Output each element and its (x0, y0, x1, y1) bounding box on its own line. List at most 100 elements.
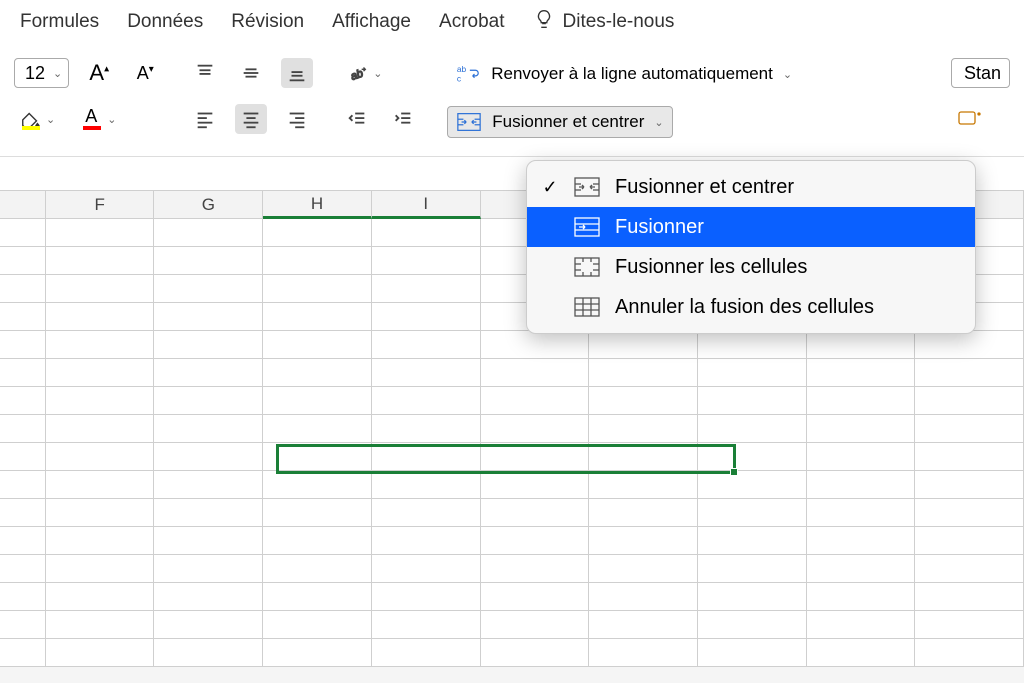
align-left-button[interactable] (189, 104, 221, 134)
cell[interactable] (154, 443, 263, 471)
cell[interactable] (263, 387, 372, 415)
cell[interactable] (589, 387, 698, 415)
orientation-button[interactable]: ab ⌄ (341, 58, 388, 88)
cell[interactable] (0, 331, 46, 359)
menu-affichage[interactable]: Affichage (332, 11, 411, 33)
cell[interactable] (372, 275, 481, 303)
col-header-g[interactable]: G (154, 191, 263, 219)
cell[interactable] (263, 275, 372, 303)
cell[interactable] (46, 583, 155, 611)
cell[interactable] (154, 583, 263, 611)
increase-font-button[interactable]: A▴ (83, 58, 115, 88)
decrease-font-button[interactable]: A▾ (129, 58, 161, 88)
cell[interactable] (0, 443, 46, 471)
cell[interactable] (46, 359, 155, 387)
cell[interactable] (46, 387, 155, 415)
cell[interactable] (263, 331, 372, 359)
cell[interactable] (915, 611, 1024, 639)
cell[interactable] (263, 303, 372, 331)
cell[interactable] (263, 247, 372, 275)
cell[interactable] (589, 415, 698, 443)
cell[interactable] (915, 471, 1024, 499)
cell[interactable] (915, 415, 1024, 443)
cell[interactable] (263, 583, 372, 611)
cell[interactable] (807, 583, 916, 611)
cell[interactable] (589, 359, 698, 387)
cell[interactable] (263, 443, 372, 471)
cell[interactable] (372, 443, 481, 471)
cell[interactable] (698, 415, 807, 443)
cell[interactable] (263, 415, 372, 443)
cell[interactable] (154, 639, 263, 667)
cell[interactable] (807, 499, 916, 527)
align-top-button[interactable] (189, 58, 221, 88)
cell[interactable] (698, 611, 807, 639)
cell[interactable] (698, 555, 807, 583)
dropdown-item-merge-cells[interactable]: Fusionner les cellules (527, 247, 975, 287)
increase-indent-button[interactable] (387, 104, 419, 134)
cell[interactable] (263, 471, 372, 499)
cell[interactable] (372, 499, 481, 527)
cell[interactable] (915, 499, 1024, 527)
col-header-i[interactable]: I (372, 191, 481, 219)
cell[interactable] (372, 415, 481, 443)
cell[interactable] (0, 471, 46, 499)
cell[interactable] (154, 471, 263, 499)
cell[interactable] (263, 527, 372, 555)
cell[interactable] (915, 443, 1024, 471)
cell[interactable] (915, 387, 1024, 415)
cell[interactable] (154, 219, 263, 247)
cell[interactable] (0, 527, 46, 555)
cell[interactable] (154, 275, 263, 303)
currency-button[interactable] (951, 104, 987, 134)
cell[interactable] (46, 527, 155, 555)
cell[interactable] (46, 471, 155, 499)
cell[interactable] (263, 611, 372, 639)
cell[interactable] (807, 359, 916, 387)
cell[interactable] (372, 555, 481, 583)
select-all-corner[interactable] (0, 191, 46, 219)
col-header-h[interactable]: H (263, 191, 372, 219)
cell[interactable] (589, 331, 698, 359)
cell[interactable] (589, 499, 698, 527)
cell[interactable] (372, 331, 481, 359)
cell[interactable] (372, 219, 481, 247)
cell[interactable] (481, 499, 590, 527)
fill-color-button[interactable]: ⌄ (14, 104, 61, 134)
cell[interactable] (154, 359, 263, 387)
cell[interactable] (263, 219, 372, 247)
col-header-f[interactable]: F (46, 191, 155, 219)
cell[interactable] (807, 415, 916, 443)
cell[interactable] (0, 555, 46, 583)
cell[interactable] (0, 275, 46, 303)
cell[interactable] (807, 471, 916, 499)
cell[interactable] (154, 247, 263, 275)
cell[interactable] (263, 555, 372, 583)
cell[interactable] (46, 611, 155, 639)
cell[interactable] (481, 331, 590, 359)
cell[interactable] (372, 611, 481, 639)
dropdown-item-unmerge[interactable]: Annuler la fusion des cellules (527, 287, 975, 327)
cell[interactable] (0, 415, 46, 443)
cell[interactable] (372, 527, 481, 555)
cell[interactable] (915, 583, 1024, 611)
cell[interactable] (807, 443, 916, 471)
cell[interactable] (481, 359, 590, 387)
cell[interactable] (372, 639, 481, 667)
cell[interactable] (0, 359, 46, 387)
cell[interactable] (0, 611, 46, 639)
cell[interactable] (589, 527, 698, 555)
font-color-button[interactable]: A ⌄ (75, 104, 122, 134)
wrap-text-button[interactable]: abc Renvoyer à la ligne automatiquement … (447, 58, 800, 90)
cell[interactable] (915, 639, 1024, 667)
cell[interactable] (481, 415, 590, 443)
cell[interactable] (46, 555, 155, 583)
cell[interactable] (481, 555, 590, 583)
cell[interactable] (372, 359, 481, 387)
cell[interactable] (698, 499, 807, 527)
cell[interactable] (0, 499, 46, 527)
menu-acrobat[interactable]: Acrobat (439, 11, 504, 33)
cell[interactable] (46, 499, 155, 527)
cell[interactable] (589, 555, 698, 583)
cell[interactable] (589, 583, 698, 611)
